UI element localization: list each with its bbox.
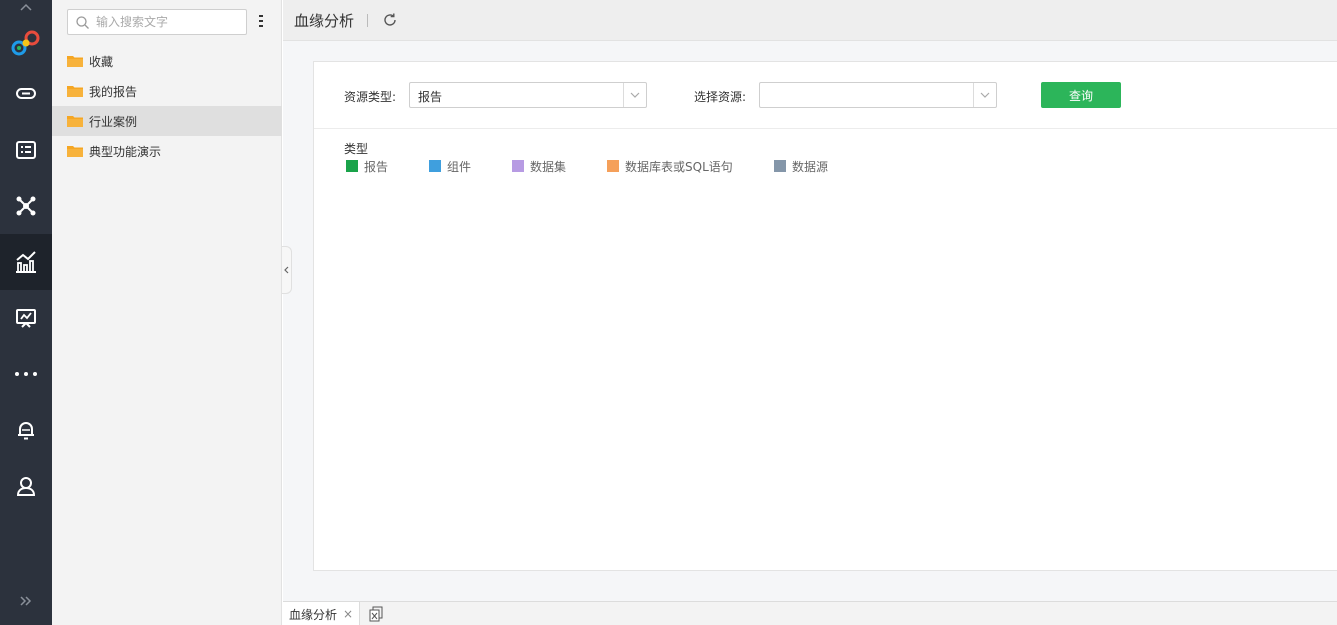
legend-item-dataset: 数据集 xyxy=(512,159,567,174)
chevron-down-icon[interactable] xyxy=(623,83,646,107)
analysis-chart-icon[interactable] xyxy=(0,234,52,290)
page-header: 血缘分析 xyxy=(283,0,1337,41)
expand-icon[interactable] xyxy=(0,587,52,615)
collapse-up-icon[interactable] xyxy=(0,0,52,14)
query-form: 资源类型: 报告 选择资源: 查询 xyxy=(314,62,1337,129)
resource-type-label: 资源类型: xyxy=(344,90,397,104)
bell-icon[interactable] xyxy=(0,402,52,458)
legend-label: 数据集 xyxy=(530,159,567,174)
export-excel-icon[interactable] xyxy=(369,606,383,625)
tab-lineage-analysis[interactable]: 血缘分析 × xyxy=(283,602,361,625)
tree-item-label: 我的报告 xyxy=(89,84,138,99)
resource-type-value: 报告 xyxy=(418,90,443,104)
legend-swatch xyxy=(774,160,786,172)
tab-label: 血缘分析 xyxy=(289,607,338,622)
legend-title: 类型 xyxy=(344,142,369,156)
folder-icon xyxy=(67,116,83,127)
legend-item-db-table-sql: 数据库表或SQL语句 xyxy=(607,159,733,174)
lineage-panel: 资源类型: 报告 选择资源: 查询 类型 报告 组件 数据集 数据库表或SQL语… xyxy=(313,61,1337,571)
tree-item-feature-demos[interactable]: 典型功能演示 xyxy=(52,136,282,166)
legend-swatch xyxy=(429,160,441,172)
tree-item-label: 收藏 xyxy=(89,54,114,69)
header-divider xyxy=(367,14,368,27)
folder-icon xyxy=(67,56,83,67)
legend-label: 数据源 xyxy=(792,159,829,174)
main-content: 血缘分析 资源类型: 报告 选择资源: 查询 类型 报告 组件 数据集 数据库表… xyxy=(283,0,1337,625)
presentation-icon[interactable] xyxy=(0,290,52,346)
more-icon[interactable] xyxy=(0,346,52,402)
tree-item-label: 行业案例 xyxy=(89,114,138,129)
legend-label: 数据库表或SQL语句 xyxy=(625,159,733,174)
legend-item-report: 报告 xyxy=(346,159,389,174)
search-icon xyxy=(76,16,89,29)
resource-type-select[interactable]: 报告 xyxy=(409,82,647,108)
tree-menu-icon[interactable] xyxy=(257,13,265,29)
select-resource-dropdown[interactable] xyxy=(759,82,997,108)
legend-swatch xyxy=(346,160,358,172)
select-resource-label: 选择资源: xyxy=(694,90,747,104)
legend-item-datasource: 数据源 xyxy=(774,159,829,174)
network-icon[interactable] xyxy=(0,178,52,234)
tree-item-label: 典型功能演示 xyxy=(89,144,162,159)
panel-collapse-handle[interactable] xyxy=(282,246,292,294)
bottom-tab-bar: 血缘分析 × xyxy=(283,601,1337,625)
page-title: 血缘分析 xyxy=(294,12,355,30)
tree-item-favorites[interactable]: 收藏 xyxy=(52,46,282,76)
search-box xyxy=(67,9,247,35)
link-icon[interactable] xyxy=(0,65,52,121)
legend-swatch xyxy=(512,160,524,172)
user-icon[interactable] xyxy=(0,458,52,514)
search-input[interactable] xyxy=(96,13,241,31)
folder-icon xyxy=(67,146,83,157)
chevron-down-icon[interactable] xyxy=(973,83,996,107)
resource-tree-panel: 收藏 我的报告 行业案例 典型功能演示 xyxy=(52,0,282,625)
tree-item-industry-cases[interactable]: 行业案例 xyxy=(52,106,282,136)
legend-item-component: 组件 xyxy=(429,159,472,174)
tree-item-my-reports[interactable]: 我的报告 xyxy=(52,76,282,106)
legend-label: 组件 xyxy=(447,159,472,174)
left-icon-rail xyxy=(0,0,52,625)
list-card-icon[interactable] xyxy=(0,122,52,178)
chevron-left-icon xyxy=(284,266,289,274)
refresh-icon[interactable] xyxy=(382,12,398,31)
legend-label: 报告 xyxy=(364,159,389,174)
legend-swatch xyxy=(607,160,619,172)
folder-icon xyxy=(67,86,83,97)
logo-icon[interactable] xyxy=(10,28,42,60)
query-button[interactable]: 查询 xyxy=(1041,82,1121,108)
close-icon[interactable]: × xyxy=(343,607,353,621)
